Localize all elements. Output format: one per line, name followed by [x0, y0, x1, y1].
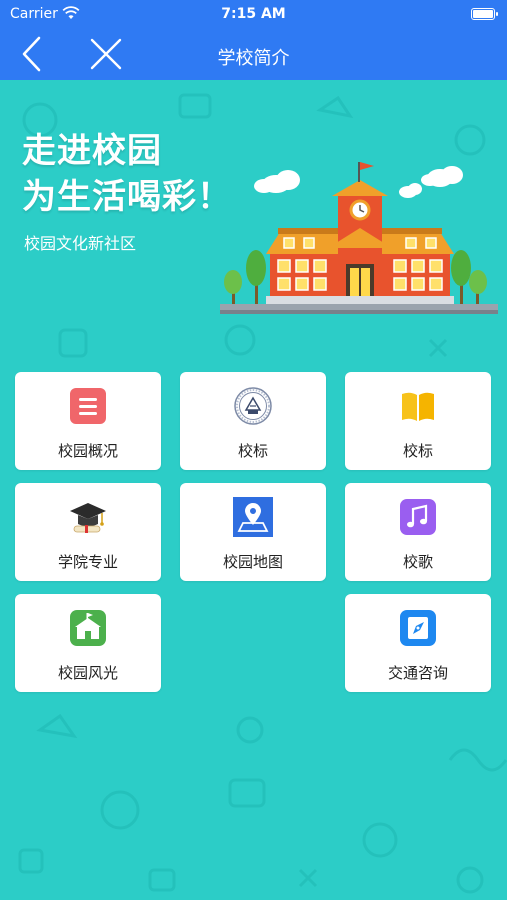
book-icon: [402, 392, 434, 421]
hero-banner: 走进校园 为生活喝彩！ 校园文化新社区: [0, 80, 507, 350]
menu-item-label: 校园风光: [57, 664, 118, 682]
graduation-cap-icon: [70, 503, 106, 533]
menu-item-campus-map[interactable]: 校园地图: [180, 483, 326, 581]
music-note-icon: [400, 499, 436, 535]
main-content: 走进校园 为生活喝彩！ 校园文化新社区 校园概况 校标 校标 学院专业 校园地图…: [0, 80, 507, 900]
menu-item-campus-overview[interactable]: 校园概况: [15, 372, 161, 470]
menu-item-transport-info[interactable]: 交通咨询: [345, 594, 491, 692]
clock: 7:15 AM: [221, 6, 286, 22]
menu-item-school-emblem[interactable]: 校标: [180, 372, 326, 470]
menu-item-label: 学院专业: [57, 553, 118, 571]
menu-item-label: 校园地图: [222, 553, 283, 571]
menu-item-label: 校标: [402, 442, 433, 460]
banner-headline-1: 走进校园: [22, 131, 162, 171]
school-seal-icon: [234, 387, 272, 425]
map-pin-icon: [233, 497, 273, 537]
menu-item-label: 交通咨询: [387, 664, 448, 682]
navigation-bar: 学校简介: [0, 30, 507, 80]
school-building-illustration: [220, 162, 498, 314]
menu-item-school-song[interactable]: 校歌: [345, 483, 491, 581]
compass-icon: [400, 610, 436, 646]
menu-item-campus-scenery[interactable]: 校园风光: [15, 594, 161, 692]
menu-item-school-emblem-2[interactable]: 校标: [345, 372, 491, 470]
banner-subtitle: 校园文化新社区: [24, 234, 137, 253]
page-title: 学校简介: [217, 48, 290, 69]
menu-item-label: 校歌: [402, 553, 433, 571]
school-building-icon: [70, 610, 106, 646]
document-list-icon: [70, 388, 106, 424]
menu-item-label: 校标: [237, 442, 268, 460]
menu-item-departments[interactable]: 学院专业: [15, 483, 161, 581]
banner-headline-2: 为生活喝彩！: [22, 177, 232, 217]
status-bar: Carrier 7:15 AM: [0, 0, 507, 30]
menu-item-label: 校园概况: [57, 442, 118, 460]
battery-icon: [471, 8, 498, 20]
